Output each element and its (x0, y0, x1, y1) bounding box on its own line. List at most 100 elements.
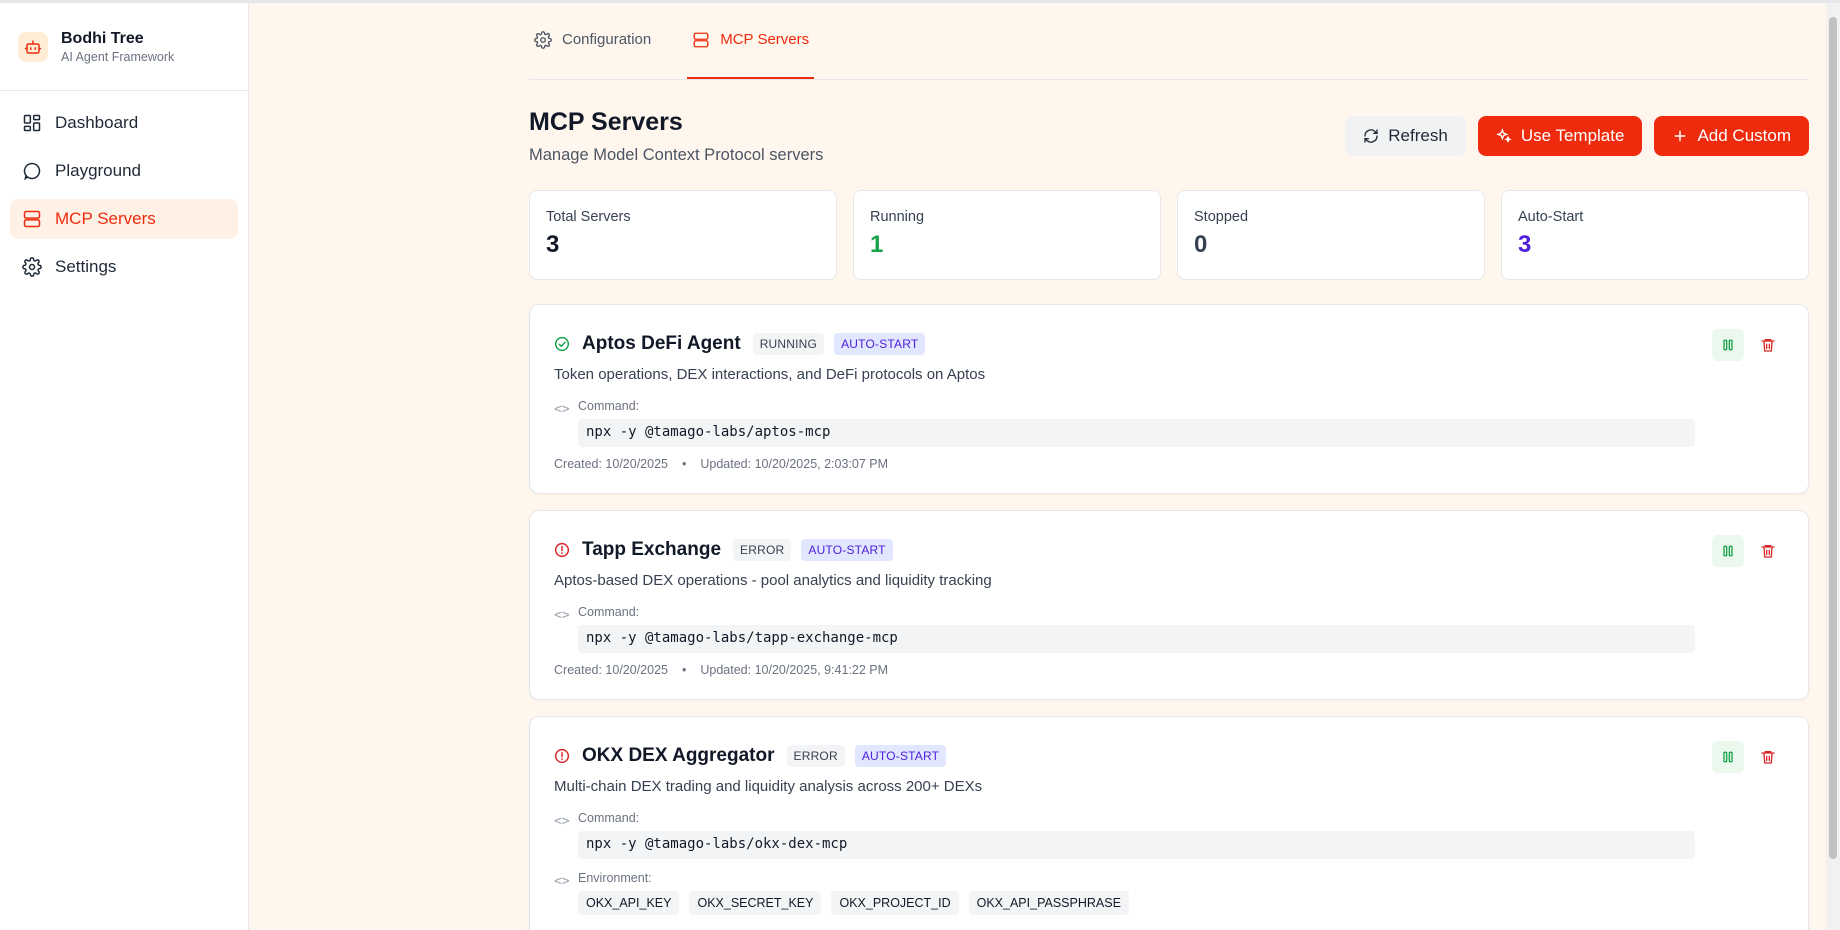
robot-logo-icon (18, 31, 48, 62)
server-name: Aptos DeFi Agent (582, 333, 741, 354)
brand-title: Bodhi Tree (61, 29, 144, 47)
created-date: Created: 10/20/2025 (554, 663, 668, 677)
pause-icon (1723, 545, 1733, 557)
updated-date: Updated: 10/20/2025, 9:41:22 PM (700, 663, 889, 677)
environment-label: Environment: (578, 871, 652, 885)
status-badge: RUNNING (752, 333, 825, 355)
command-label: Command: (578, 399, 640, 413)
server-description: Token operations, DEX interactions, and … (554, 366, 986, 383)
tab-label: Configuration (562, 31, 652, 48)
server-description: Multi-chain DEX trading and liquidity an… (554, 778, 983, 795)
delete-button[interactable] (1752, 741, 1784, 773)
tab-configuration[interactable]: Configuration (529, 2, 656, 79)
stat-card-total: Total Servers 3 (529, 190, 837, 280)
gear-icon (22, 257, 42, 277)
dashboard-icon (23, 114, 41, 132)
brand-subtitle: AI Agent Framework (61, 49, 175, 64)
env-var-chip: OKX_SECRET_KEY (689, 891, 822, 915)
chat-bubble-icon (23, 162, 41, 181)
gear-icon (534, 30, 552, 49)
server-meta: Created: 10/20/2025 • Updated: 10/20/2025,… (554, 663, 1784, 699)
env-var-chip: OKX_API_PASSPHRASE (968, 891, 1129, 915)
tab-label: MCP Servers (720, 31, 810, 48)
server-card-okx-dex-aggregator: OKX DEX Aggregator ERROR AUTO-START Mult… (529, 716, 1809, 930)
stat-card-auto-start: Auto-Start 3 (1501, 190, 1809, 280)
stat-value: 1 (870, 231, 884, 258)
trash-icon (1761, 751, 1775, 764)
server-meta: Created: 10/20/2025 • Updated: 10/20/2025,… (554, 457, 1784, 493)
server-icon (693, 32, 709, 47)
server-actions (1712, 535, 1784, 567)
pause-button[interactable] (1712, 535, 1744, 567)
created-date: Created: 10/20/2025 (554, 457, 668, 471)
stat-label: Running (870, 209, 925, 225)
alert-circle-icon (554, 748, 570, 764)
stat-card-stopped: Stopped 0 (1177, 190, 1485, 280)
add-custom-button[interactable]: Add Custom (1654, 116, 1809, 156)
page-subtitle: Manage Model Context Protocol servers (529, 146, 824, 164)
server-name: Tapp Exchange (582, 539, 722, 560)
command-value: npx -y @tamago-labs/okx-dex-mcp (578, 831, 1695, 859)
sidebar-item-label: MCP Servers (55, 209, 156, 228)
stat-label: Stopped (1194, 209, 1249, 225)
use-template-button[interactable]: Use Template (1477, 116, 1643, 156)
status-badge: ERROR (733, 539, 792, 561)
code-icon: <> (554, 814, 570, 829)
command-label: Command: (578, 811, 640, 825)
pause-icon (1723, 339, 1733, 351)
updated-date: Updated: 10/20/2025, 2:03:07 PM (700, 457, 889, 471)
environment-section: <> Environment: OKX_API_KEY OKX_SECRET_K… (554, 871, 1784, 915)
command-value: npx -y @tamago-labs/aptos-mcp (578, 419, 1695, 447)
server-card-header: Tapp Exchange ERROR AUTO-START (554, 538, 1784, 562)
card-spacer (554, 915, 1784, 930)
code-icon: <> (554, 608, 570, 623)
command-section: <> Command: npx -y @tamago-labs/okx-dex-… (554, 811, 1784, 859)
server-card-tapp-exchange: Tapp Exchange ERROR AUTO-START Aptos-bas… (529, 510, 1809, 700)
separator-dot: • (681, 663, 687, 677)
scrollbar-thumb[interactable] (1829, 17, 1837, 859)
sidebar-nav: Dashboard Playground MCP Servers Setting… (0, 91, 248, 307)
stat-value: 3 (546, 231, 560, 258)
page-title: MCP Servers (529, 108, 683, 136)
vertical-scrollbar[interactable] (1826, 3, 1840, 930)
sparkles-icon (1495, 128, 1512, 144)
stat-label: Auto-Start (1518, 209, 1584, 225)
env-var-list: OKX_API_KEY OKX_SECRET_KEY OKX_PROJECT_I… (578, 891, 1129, 915)
stat-value: 0 (1194, 231, 1208, 258)
command-label: Command: (578, 605, 640, 619)
main-content: Configuration MCP Servers MCP Servers Ma… (529, 3, 1809, 930)
trash-icon (1761, 545, 1775, 558)
sidebar-item-dashboard[interactable]: Dashboard (10, 103, 238, 143)
pause-button[interactable] (1712, 329, 1744, 361)
page-header: MCP Servers Manage Model Context Protoco… (529, 80, 1809, 190)
tab-bar: Configuration MCP Servers (529, 3, 1809, 80)
server-name: OKX DEX Aggregator (582, 745, 775, 766)
stat-label: Total Servers (546, 209, 631, 225)
code-icon: <> (554, 402, 570, 417)
pause-icon (1723, 751, 1733, 763)
auto-start-badge: AUTO-START (801, 539, 893, 561)
auto-start-badge: AUTO-START (834, 333, 926, 355)
server-actions (1712, 329, 1784, 361)
server-description: Aptos-based DEX operations - pool analyt… (554, 572, 992, 589)
check-circle-icon (554, 336, 570, 352)
delete-button[interactable] (1752, 535, 1784, 567)
sidebar-item-playground[interactable]: Playground (10, 151, 238, 191)
add-custom-label: Add Custom (1697, 126, 1791, 145)
tab-mcp-servers[interactable]: MCP Servers (687, 2, 815, 79)
sidebar-item-mcp-servers[interactable]: MCP Servers (10, 199, 238, 239)
delete-button[interactable] (1752, 329, 1784, 361)
alert-circle-icon (554, 542, 570, 558)
refresh-button[interactable]: Refresh (1345, 116, 1466, 156)
code-icon: <> (554, 874, 570, 889)
stat-value: 3 (1518, 231, 1532, 258)
env-var-chip: OKX_PROJECT_ID (831, 891, 959, 915)
pause-button[interactable] (1712, 741, 1744, 773)
brand-header: Bodhi Tree AI Agent Framework (0, 3, 248, 91)
plus-icon (1675, 130, 1686, 142)
stats-row: Total Servers 3 Running 1 Stopped 0 Auto… (529, 190, 1809, 280)
sidebar-item-settings[interactable]: Settings (10, 247, 238, 287)
command-value: npx -y @tamago-labs/tapp-exchange-mcp (578, 625, 1695, 653)
command-section: <> Command: npx -y @tamago-labs/tapp-exc… (554, 605, 1784, 653)
status-badge: ERROR (786, 745, 845, 767)
